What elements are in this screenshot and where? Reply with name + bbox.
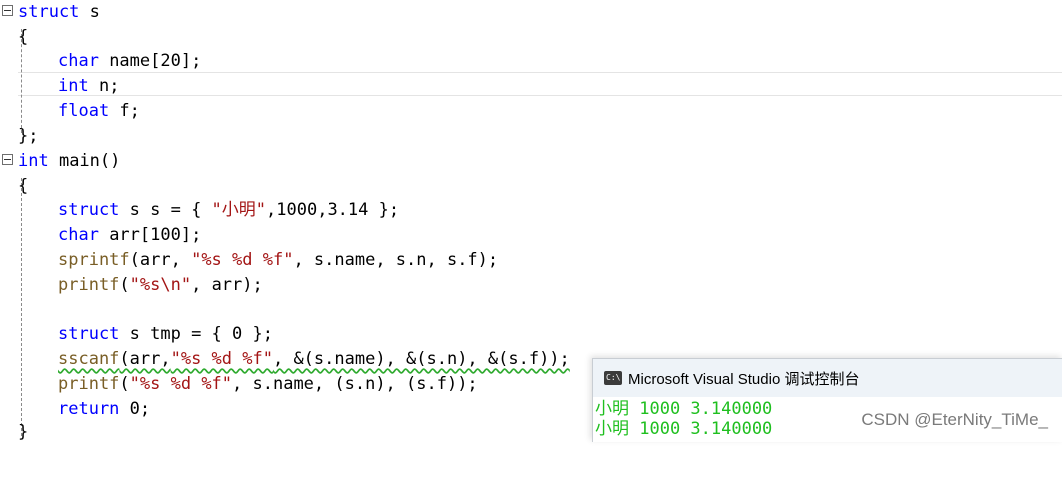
- code-line[interactable]: float f;: [0, 99, 140, 124]
- current-line-highlight: [18, 72, 1062, 96]
- collapse-icon[interactable]: [2, 5, 13, 16]
- code-line[interactable]: char arr[100];: [0, 223, 201, 248]
- code-line[interactable]: sprintf(arr, "%s %d %f", s.name, s.n, s.…: [0, 248, 498, 273]
- code-line[interactable]: return 0;: [0, 397, 150, 422]
- console-titlebar[interactable]: C:\ Microsoft Visual Studio 调试控制台: [593, 359, 1062, 397]
- console-title: Microsoft Visual Studio 调试控制台: [628, 371, 860, 388]
- collapse-icon[interactable]: [2, 154, 13, 165]
- code-line[interactable]: printf("%s %d %f", s.name, (s.n), (s.f))…: [0, 372, 478, 397]
- code-line[interactable]: };: [0, 124, 41, 149]
- code-line[interactable]: }: [0, 420, 41, 445]
- code-line[interactable]: struct s s = { "小明",1000,3.14 };: [0, 198, 399, 223]
- code-line[interactable]: {: [0, 174, 41, 199]
- console-output-line: 小明 1000 3.140000: [595, 419, 773, 439]
- code-line[interactable]: char name[20];: [0, 49, 201, 74]
- code-line[interactable]: int main(): [0, 149, 120, 174]
- code-line[interactable]: sscanf(arr,"%s %d %f", &(s.name), &(s.n)…: [0, 347, 570, 372]
- code-line[interactable]: struct s tmp = { 0 };: [0, 322, 273, 347]
- console-app-icon: C:\: [604, 371, 622, 385]
- code-line[interactable]: printf("%s\n", arr);: [0, 273, 263, 298]
- console-output-line: 小明 1000 3.140000: [595, 399, 773, 419]
- code-line[interactable]: int n;: [0, 74, 119, 99]
- warning-squiggle: sscanf(arr,"%s %d %f", &(s.name), &(s.n)…: [58, 349, 570, 369]
- watermark: CSDN @EterNity_TiMe_: [861, 410, 1048, 429]
- code-line[interactable]: {: [0, 25, 41, 50]
- code-line[interactable]: struct s: [0, 0, 100, 25]
